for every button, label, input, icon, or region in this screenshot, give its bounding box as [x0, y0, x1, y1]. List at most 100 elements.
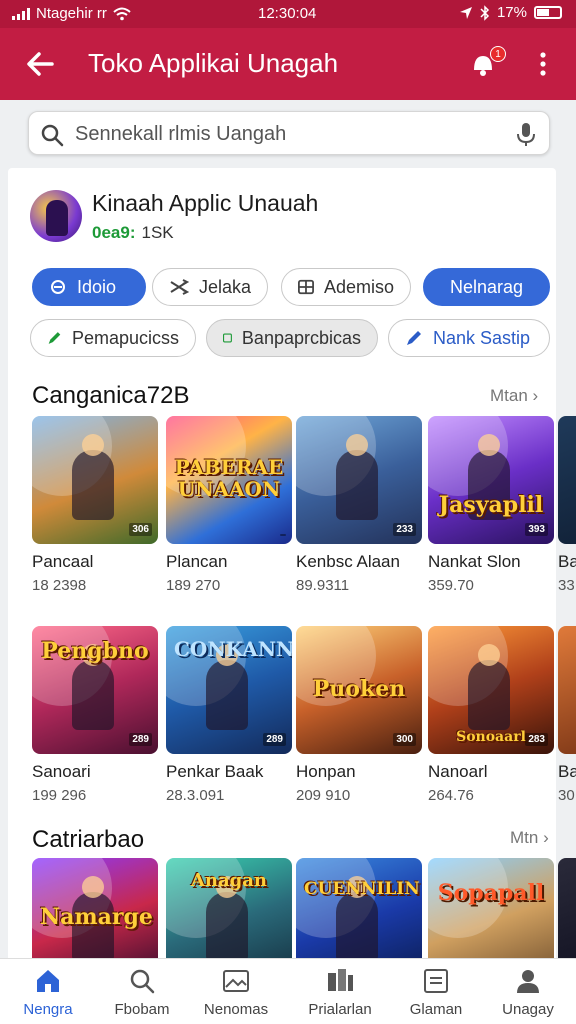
notifications-button[interactable]: 1 [466, 46, 506, 82]
battery-icon [534, 6, 562, 19]
nav-item-games[interactable]: Nenomas [188, 959, 284, 1024]
chip-idoio[interactable]: Idoio [32, 268, 146, 306]
section-title: Catriarbao [32, 826, 145, 853]
app-title: Ba [558, 552, 576, 571]
nav-item-home[interactable]: Nengra [0, 959, 96, 1024]
nav-label: Prialarlan [308, 1001, 372, 1018]
shuffle-icon [170, 279, 189, 295]
app-title: Nankat Slon [428, 552, 521, 571]
app-name: Kinaah Applic Unauah [92, 190, 319, 216]
app-tile[interactable]: Ba 33 [558, 416, 576, 594]
signal-icon [12, 7, 30, 20]
see-more-label: Mtn [510, 828, 539, 847]
nav-item-books[interactable]: Glaman [388, 959, 484, 1024]
app-thumbnail: Sonoaarl 283 [428, 626, 554, 754]
app-tile[interactable]: 233 Kenbsc Alaan 89.9311 [296, 416, 422, 594]
section-title: Canganica72B [32, 382, 190, 409]
nav-label: Unagay [502, 1001, 554, 1018]
carrier-label: Ntagehir rr [36, 5, 107, 22]
more-options-button[interactable] [528, 48, 558, 80]
bottom-navigation: Nengra Fbobam Nenomas Prialarlan Glaman … [0, 958, 576, 1024]
app-subtitle: 264.76 [428, 787, 474, 804]
grid-icon [298, 279, 314, 295]
chip-pemapucicss[interactable]: Pemapucicss [30, 319, 196, 357]
chip-label: Banpaprcbicas [241, 327, 361, 348]
search-icon [41, 124, 64, 147]
app-thumbnail: Puoken 300 [296, 626, 422, 754]
app-thumbnail: Jasyaplil 393 [428, 416, 554, 544]
more-vertical-icon [540, 52, 546, 76]
app-subtitle: 89.9311 [296, 577, 350, 594]
home-icon [37, 970, 59, 992]
app-meta: 0ea9: 1SK [92, 223, 174, 243]
chip-jelaka[interactable]: Jelaka [152, 268, 268, 306]
app-title: Plancan [166, 552, 228, 571]
app-tile[interactable]: 306 Pancaal 18 2398 [32, 416, 158, 594]
nav-label: Nengra [23, 1001, 73, 1018]
book-icon [424, 969, 448, 993]
status-time: 12:30:04 [258, 5, 317, 22]
status-bar: Ntagehir rr 12:30:04 17% [0, 0, 576, 28]
app-thumbnail [558, 416, 576, 544]
app-tile[interactable]: Ba 30 [558, 626, 576, 804]
app-title: Ba [558, 762, 576, 781]
app-title: Honpan [296, 762, 356, 781]
person-icon [517, 970, 539, 993]
app-title: Kenbsc Alaan [296, 552, 400, 571]
see-more-link[interactable]: Mtn › [510, 828, 549, 848]
app-tile[interactable]: Puoken 300 Honpan 209 910 [296, 626, 422, 804]
app-tile[interactable]: Jasyaplil 393 Nankat Slon 359.70 [428, 416, 554, 594]
back-arrow-icon [27, 52, 54, 76]
app-subtitle: 28.3.091 [166, 787, 225, 804]
chip-label: Ademiso [323, 276, 394, 297]
nav-item-apps[interactable]: Prialarlan [292, 959, 388, 1024]
apps-icon [328, 969, 353, 991]
search-bar[interactable]: Sennekall rlmis Uangah [28, 111, 550, 155]
microphone-icon[interactable] [513, 120, 539, 148]
app-thumbnail: CONKANN 289 [166, 626, 292, 754]
tag-icon [51, 280, 65, 294]
chevron-right-icon: › [532, 386, 539, 405]
nav-label: Glaman [409, 1001, 463, 1018]
chip-label: Nelnarag [449, 276, 524, 297]
chip-label: Jelaka [198, 276, 251, 297]
app-icon [30, 190, 82, 242]
app-subtitle: 209 910 [296, 787, 351, 804]
app-subtitle: 18 2398 [32, 577, 87, 594]
store-card: Kinaah Applic Unauah 0ea9: 1SK Idoio Jel… [8, 168, 576, 986]
chip-ademiso[interactable]: Ademiso [281, 268, 411, 306]
back-button[interactable] [20, 46, 60, 82]
chip-nelnarag[interactable]: Nelnarag [423, 268, 550, 306]
see-more-link[interactable]: Mtan › [490, 386, 538, 406]
nav-item-account[interactable]: Unagay [480, 959, 576, 1024]
notification-badge: 1 [490, 46, 506, 62]
app-thumbnail: Pengbno 289 [32, 626, 158, 754]
app-title: Pancaal [32, 552, 94, 571]
app-tile[interactable]: PABERAE UNAAON Plancan 189 270 [166, 416, 292, 594]
chip-label: Nank Sastip [433, 327, 531, 348]
app-title: Penkar Baak [166, 762, 264, 781]
chevron-right-icon: › [543, 828, 549, 847]
search-input[interactable]: Sennekall rlmis Uangah [75, 123, 286, 146]
location-icon [459, 6, 472, 19]
image-icon [223, 970, 249, 992]
app-bar: Toko Applikai Unagah 1 [0, 28, 576, 100]
app-thumbnail: PABERAE UNAAON [166, 416, 292, 544]
app-subtitle: 199 296 [32, 787, 87, 804]
app-title: Nanoarl [428, 762, 488, 781]
chip-nank-sastip[interactable]: Nank Sastip [388, 319, 550, 357]
nav-label: Fbobam [114, 1001, 170, 1018]
app-subtitle: 359.70 [428, 577, 474, 594]
battery-percent: 17% [496, 4, 527, 21]
bluetooth-icon [480, 4, 490, 21]
page-title: Toko Applikai Unagah [88, 48, 339, 78]
app-download-count: 1SK [141, 223, 174, 242]
app-subtitle: 30 [558, 787, 575, 804]
app-tile[interactable]: Sonoaarl 283 Nanoarl 264.76 [428, 626, 554, 804]
nav-item-search[interactable]: Fbobam [94, 959, 190, 1024]
app-tile[interactable]: CONKANN 289 Penkar Baak 28.3.091 [166, 626, 292, 804]
app-tile[interactable]: Pengbno 289 Sanoari 199 296 [32, 626, 158, 804]
chip-banpaprcbicas[interactable]: Banpaprcbicas [206, 319, 378, 357]
app-rating: 0ea9: [92, 223, 136, 242]
app-thumbnail: 233 [296, 416, 422, 544]
